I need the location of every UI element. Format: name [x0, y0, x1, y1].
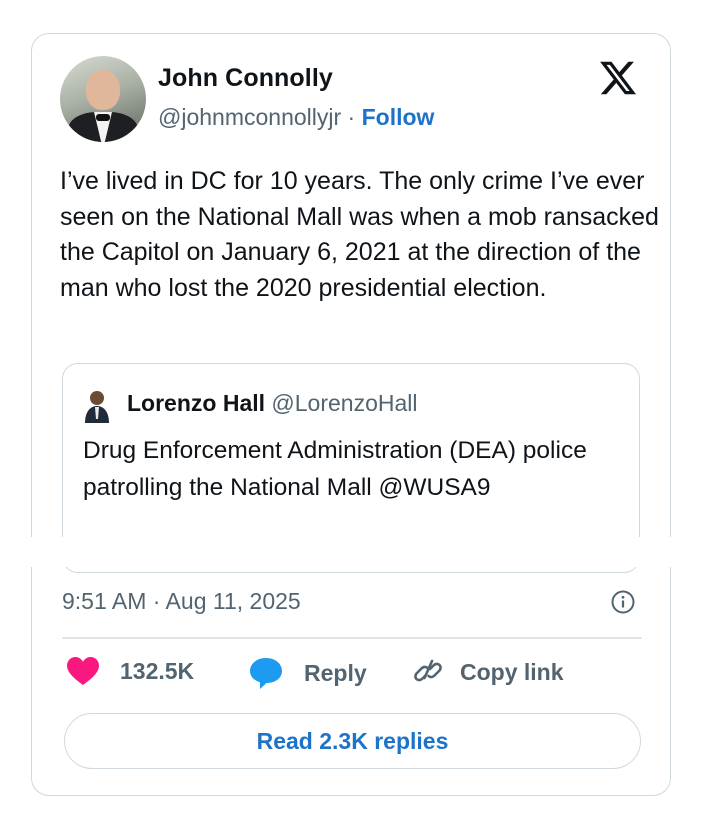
heart-icon [67, 657, 99, 685]
divider [62, 637, 642, 639]
speech-bubble-icon [250, 658, 282, 689]
follow-button[interactable]: Follow [362, 104, 435, 130]
quote-author: Lorenzo Hall @LorenzoHall [127, 390, 418, 417]
info-icon[interactable] [610, 589, 636, 615]
link-icon [414, 659, 442, 682]
quote-author-avatar [85, 391, 109, 423]
reply-label: Reply [304, 659, 367, 686]
read-replies-button[interactable]: Read 2.3K replies [64, 713, 641, 769]
quote-text: Drug Enforcement Administration (DEA) po… [83, 437, 587, 501]
author-avatar[interactable] [60, 56, 146, 142]
like-button[interactable]: 132.5K [66, 656, 194, 686]
author-handle[interactable]: @johnmconnollyjr [158, 104, 341, 130]
author-handle-row: @johnmconnollyjr · Follow [158, 104, 434, 131]
quote-author-name: Lorenzo Hall [127, 390, 266, 416]
tweet-timestamp[interactable]: 9:51 AM · Aug 11, 2025 [62, 588, 301, 615]
quote-author-handle: @LorenzoHall [271, 390, 418, 416]
reply-button[interactable]: Reply [248, 656, 367, 690]
tweet-text: I’ve lived in DC for 10 years. The only … [60, 167, 659, 302]
crop-gap [0, 537, 708, 567]
copy-link-button[interactable]: Copy link [412, 656, 564, 688]
like-count: 132.5K [120, 657, 195, 684]
copy-link-label: Copy link [460, 658, 564, 685]
handle-separator: · [347, 104, 356, 130]
author-name[interactable]: John Connolly [158, 64, 333, 93]
x-logo-icon[interactable] [598, 58, 638, 98]
